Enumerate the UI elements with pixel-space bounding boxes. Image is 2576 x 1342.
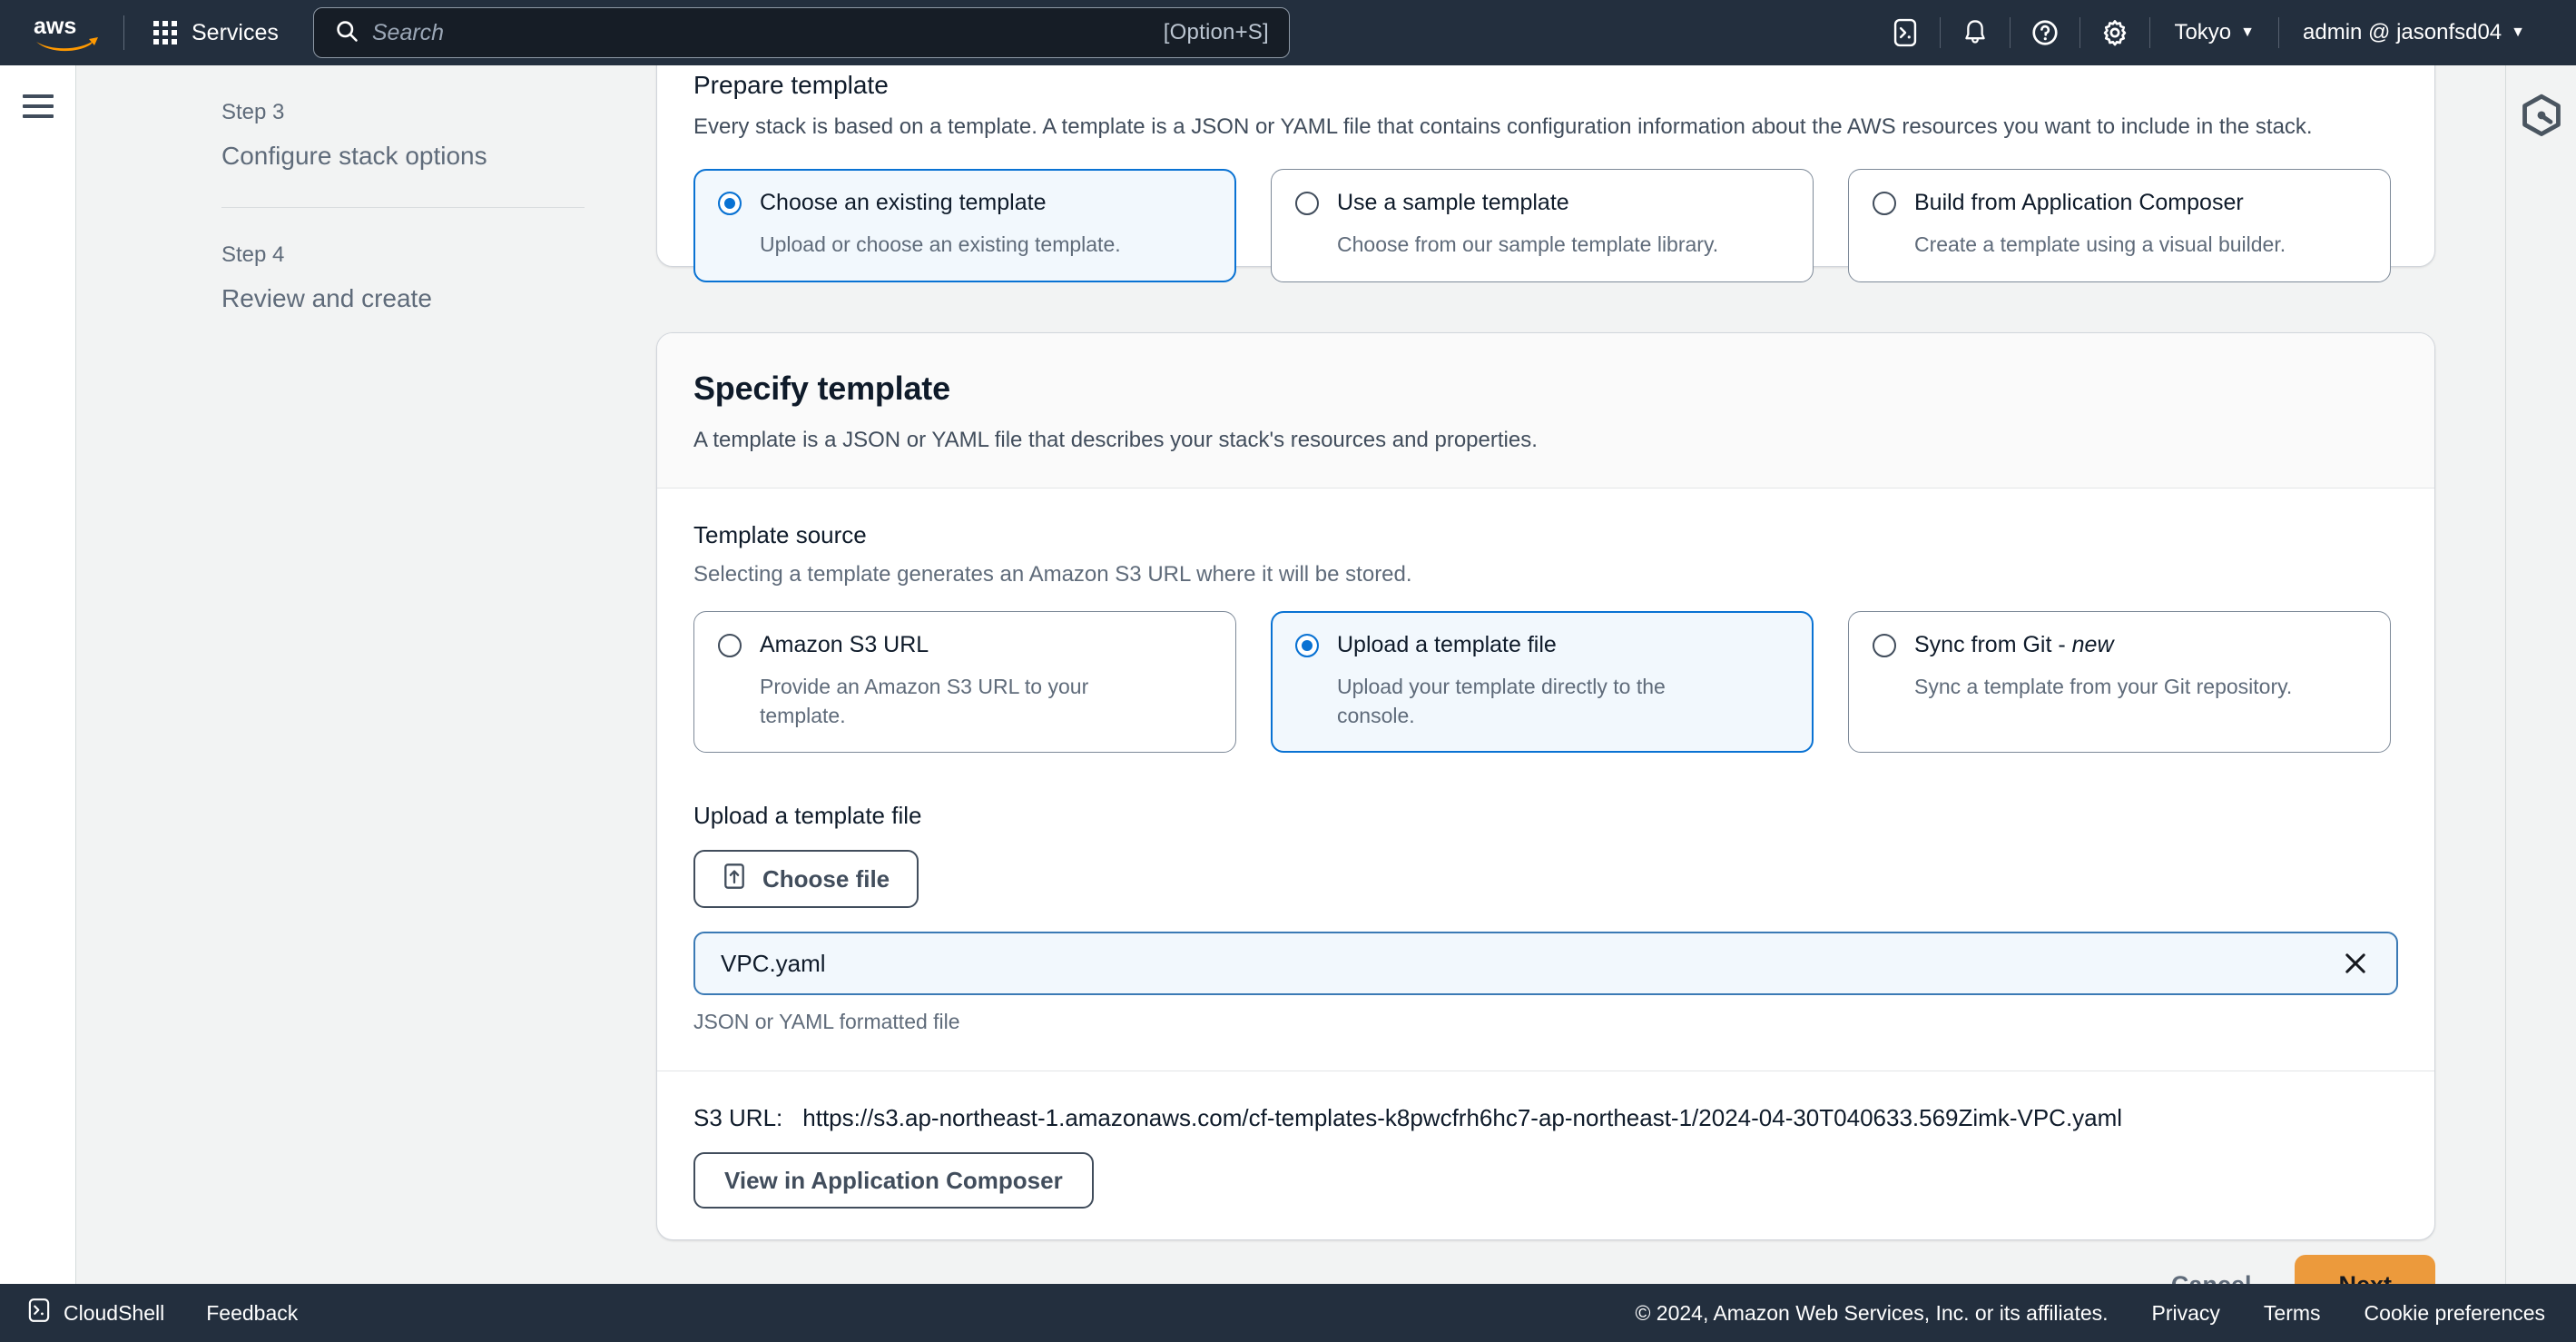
option-sub: Provide an Amazon S3 URL to your templat… bbox=[760, 675, 1089, 727]
prepare-template-options: Choose an existing template Upload or ch… bbox=[693, 169, 2398, 283]
notifications-button[interactable] bbox=[1941, 0, 2010, 65]
footer-feedback-link[interactable]: Feedback bbox=[206, 1301, 298, 1326]
wizard-steps-sidebar: Step 3 Configure stack options Step 4 Re… bbox=[76, 65, 654, 1313]
services-menu-button[interactable]: Services bbox=[144, 15, 288, 52]
option-sub: Create a template using a visual builder… bbox=[1914, 232, 2286, 257]
global-search-bar[interactable]: Search [Option+S] bbox=[312, 7, 1290, 58]
prepare-template-title: Prepare template bbox=[693, 71, 889, 99]
specify-template-header: Specify template A template is a JSON or… bbox=[657, 333, 2434, 488]
choose-file-button[interactable]: Choose file bbox=[693, 850, 919, 909]
footer-right-cluster: © 2024, Amazon Web Services, Inc. or its… bbox=[1635, 1301, 2545, 1326]
footer-link-terms[interactable]: Terms bbox=[2264, 1301, 2321, 1326]
footer-feedback-label: Feedback bbox=[206, 1300, 299, 1325]
radio-icon[interactable] bbox=[718, 633, 742, 657]
settings-button[interactable] bbox=[2080, 0, 2149, 65]
selected-file-input[interactable]: VPC.yaml bbox=[693, 932, 2398, 996]
footer-cloudshell-button[interactable]: CloudShell bbox=[27, 1298, 164, 1328]
search-shortcut-hint: [Option+S] bbox=[1163, 20, 1269, 44]
left-icon-rail bbox=[0, 65, 76, 1313]
option-label: Upload a template file bbox=[1337, 632, 1557, 657]
option-sub: Sync a template from your Git repository… bbox=[1914, 675, 2293, 698]
option-amazon-s3-url[interactable]: Amazon S3 URL Provide an Amazon S3 URL t… bbox=[693, 611, 1236, 754]
option-use-sample-template[interactable]: Use a sample template Choose from our sa… bbox=[1271, 169, 1814, 283]
right-tools-rail bbox=[2505, 65, 2576, 1313]
services-label: Services bbox=[192, 19, 279, 45]
view-in-application-composer-button[interactable]: View in Application Composer bbox=[693, 1152, 1094, 1209]
option-label: Choose an existing template bbox=[760, 190, 1047, 216]
radio-icon[interactable] bbox=[1873, 191, 1896, 215]
region-selector[interactable]: Tokyo ▼ bbox=[2150, 0, 2278, 65]
option-sub: Upload your template directly to the con… bbox=[1337, 675, 1666, 727]
option-upload-a-template-file[interactable]: Upload a template file Upload your templ… bbox=[1271, 611, 1814, 754]
cloudshell-button[interactable] bbox=[1871, 0, 1940, 65]
footer-cloudshell-label: CloudShell bbox=[64, 1300, 165, 1325]
template-source-options: Amazon S3 URL Provide an Amazon S3 URL t… bbox=[693, 611, 2398, 754]
account-menu[interactable]: admin @ jasonfsd04 ▼ bbox=[2279, 0, 2549, 65]
composer-hex-icon[interactable] bbox=[2520, 93, 2563, 144]
s3-url-label: S3 URL: bbox=[693, 1104, 783, 1132]
aws-logo[interactable]: aws bbox=[33, 12, 103, 54]
nav-right-cluster: Tokyo ▼ admin @ jasonfsd04 ▼ bbox=[1871, 0, 2576, 65]
footer-copyright: © 2024, Amazon Web Services, Inc. or its… bbox=[1635, 1300, 2109, 1325]
template-source-label: Template source bbox=[693, 521, 867, 548]
sidebar-step-4[interactable]: Step 4 Review and create bbox=[221, 242, 585, 313]
option-label-badge: new bbox=[2071, 632, 2114, 657]
option-build-from-application-composer[interactable]: Build from Application Composer Create a… bbox=[1848, 169, 2391, 283]
chevron-down-icon: ▼ bbox=[2240, 25, 2255, 40]
prepare-template-panel: Prepare template Every stack is based on… bbox=[656, 65, 2435, 283]
footer-link-privacy[interactable]: Privacy bbox=[2152, 1301, 2220, 1326]
nav-divider bbox=[123, 15, 124, 50]
footer-bar: CloudShell Feedback © 2024, Amazon Web S… bbox=[0, 1284, 2576, 1342]
option-label: Amazon S3 URL bbox=[760, 632, 929, 657]
option-choose-existing-template[interactable]: Choose an existing template Upload or ch… bbox=[693, 169, 1236, 283]
specify-template-panel: Specify template A template is a JSON or… bbox=[656, 332, 2435, 1240]
s3-url-row: S3 URL: https://s3.ap-northeast-1.amazon… bbox=[693, 1104, 2398, 1132]
step-title: Configure stack options bbox=[221, 142, 487, 170]
prepare-template-description: Every stack is based on a template. A te… bbox=[693, 114, 2313, 139]
search-icon bbox=[334, 18, 359, 48]
specify-template-subheading: A template is a JSON or YAML file that d… bbox=[693, 428, 1538, 452]
selected-file-name: VPC.yaml bbox=[721, 949, 826, 977]
main-content-area: Prepare template Every stack is based on… bbox=[654, 65, 2576, 1313]
hamburger-icon[interactable] bbox=[22, 94, 54, 118]
choose-file-label: Choose file bbox=[762, 864, 890, 893]
step-kicker: Step 3 bbox=[221, 100, 285, 124]
s3-url-value: https://s3.ap-northeast-1.amazonaws.com/… bbox=[802, 1104, 2123, 1132]
radio-icon[interactable] bbox=[718, 191, 742, 215]
option-label-text: Sync from Git - bbox=[1914, 632, 2072, 657]
upload-template-file-label: Upload a template file bbox=[693, 802, 922, 830]
template-source-description: Selecting a template generates an Amazon… bbox=[693, 562, 1412, 587]
terminal-icon bbox=[27, 1298, 51, 1328]
radio-icon[interactable] bbox=[1295, 633, 1319, 657]
radio-icon[interactable] bbox=[1295, 191, 1319, 215]
step-kicker: Step 4 bbox=[221, 242, 285, 267]
help-button[interactable] bbox=[2011, 0, 2079, 65]
close-icon[interactable] bbox=[2340, 948, 2371, 979]
specify-template-body: Template source Selecting a template gen… bbox=[657, 488, 2434, 1209]
sidebar-step-3[interactable]: Step 3 Configure stack options bbox=[221, 100, 585, 171]
option-sub: Choose from our sample template library. bbox=[1337, 232, 1719, 257]
region-label: Tokyo bbox=[2174, 20, 2232, 44]
option-sub: Upload or choose an existing template. bbox=[760, 232, 1121, 257]
top-navigation-bar: aws Services Search [Option+S] Tokyo ▼ a… bbox=[0, 0, 2576, 65]
option-label: Build from Application Composer bbox=[1914, 190, 2244, 216]
chevron-down-icon: ▼ bbox=[2511, 25, 2525, 40]
step-divider bbox=[221, 207, 585, 208]
option-label: Sync from Git - new bbox=[1914, 632, 2114, 658]
account-label: admin @ jasonfsd04 bbox=[2303, 20, 2502, 44]
footer-link-cookie-preferences[interactable]: Cookie preferences bbox=[2365, 1301, 2545, 1326]
page-title: Specify template bbox=[693, 370, 950, 407]
file-format-hint: JSON or YAML formatted file bbox=[693, 1010, 960, 1034]
svg-text:aws: aws bbox=[34, 14, 76, 39]
search-input[interactable]: Search bbox=[372, 20, 1164, 46]
grid-icon bbox=[153, 21, 177, 44]
option-label: Use a sample template bbox=[1337, 190, 1569, 216]
footer-left-cluster: CloudShell Feedback bbox=[27, 1298, 298, 1328]
step-title: Review and create bbox=[221, 284, 432, 312]
radio-icon[interactable] bbox=[1873, 633, 1896, 657]
option-sync-from-git[interactable]: Sync from Git - new Sync a template from… bbox=[1848, 611, 2391, 754]
upload-icon bbox=[723, 863, 746, 896]
composer-button-label: View in Application Composer bbox=[724, 1166, 1063, 1194]
